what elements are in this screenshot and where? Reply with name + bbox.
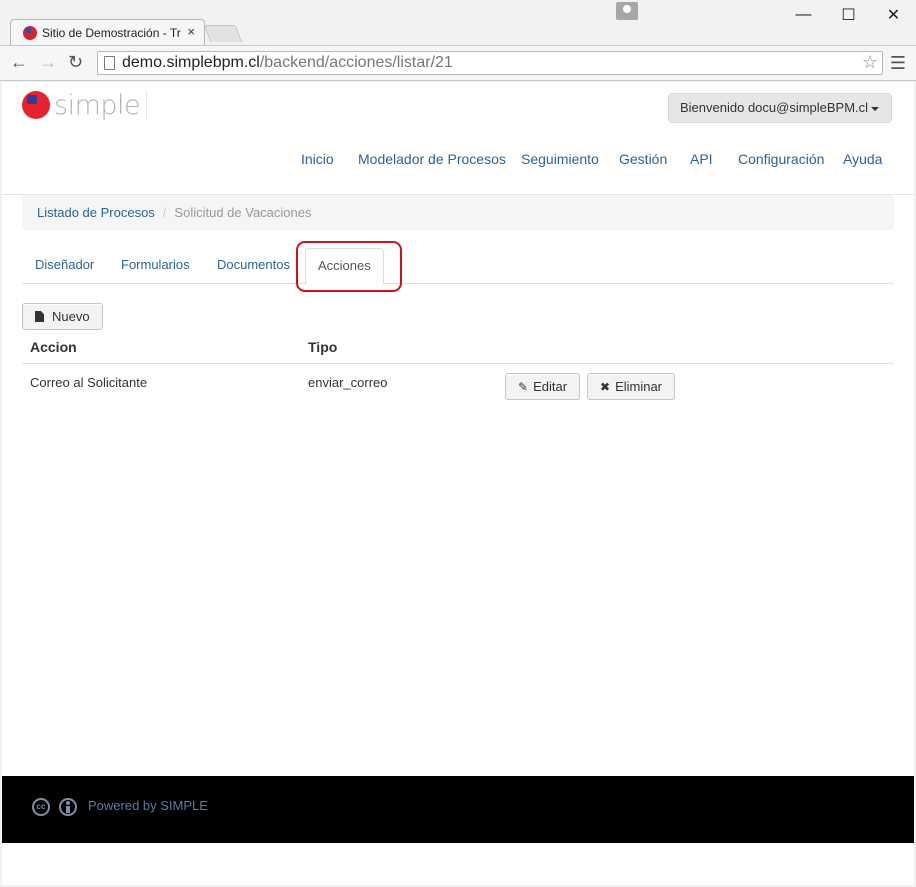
close-window-button[interactable]: ✕ <box>871 0 916 30</box>
edit-button-label: Editar <box>533 379 568 394</box>
breadcrumb-processes-link[interactable]: Listado de Procesos <box>37 205 155 220</box>
edit-button[interactable]: ✎ Editar <box>505 373 581 400</box>
url-text: demo.simplebpm.cl/backend/acciones/lista… <box>122 54 453 72</box>
web-page: simple Bienvenido docu@simpleBPM.cl Inic… <box>2 82 914 885</box>
document-icon <box>35 311 44 322</box>
window-controls: — ☐ ✕ <box>616 0 916 30</box>
site-favicon-icon <box>23 26 37 40</box>
new-button-label: Nuevo <box>52 309 90 324</box>
minimize-button[interactable]: — <box>781 0 826 30</box>
tab-formularios[interactable]: Formularios <box>121 248 190 284</box>
table-header: Accion Tipo <box>22 334 894 364</box>
nav-seguimiento[interactable]: Seguimiento <box>521 151 599 167</box>
tab-title: Sitio de Demostración - Tr <box>42 26 181 40</box>
column-tipo: Tipo <box>308 339 338 355</box>
nav-modelador[interactable]: Modelador de Procesos <box>358 151 506 167</box>
creative-commons-icon[interactable]: cc <box>32 798 50 816</box>
profile-icon[interactable] <box>616 2 638 20</box>
browser-titlebar: Sitio de Demostración - Tr × — ☐ ✕ <box>0 0 916 46</box>
maximize-button[interactable]: ☐ <box>826 0 871 30</box>
forward-arrow-icon[interactable]: → <box>39 52 57 73</box>
nav-api[interactable]: API <box>690 151 713 167</box>
url-path: /backend/acciones/listar/21 <box>259 54 453 71</box>
reload-icon[interactable]: ↻ <box>68 52 83 73</box>
delete-button[interactable]: ✖ Eliminar <box>587 373 676 400</box>
process-tabs: Diseñador Formularios Documentos Accione… <box>22 248 894 285</box>
tab-close-icon[interactable]: × <box>187 24 195 39</box>
remove-icon: ✖ <box>600 380 611 394</box>
simple-logo[interactable]: simple <box>22 89 141 121</box>
logo-mark-icon <box>22 91 50 119</box>
url-host: demo.simplebpm.cl <box>122 54 260 71</box>
cell-tipo: enviar_correo <box>308 375 388 390</box>
caret-down-icon <box>871 106 880 111</box>
main-navigation: Inicio Modelador de Procesos Seguimiento… <box>2 151 914 171</box>
user-greeting: Bienvenido docu@simpleBPM.cl <box>680 100 869 115</box>
table-row: Correo al Solicitante enviar_correo ✎ Edi… <box>22 364 894 404</box>
footer: cc Powered by SIMPLE <box>2 776 914 843</box>
bookmark-star-icon[interactable]: ☆ <box>862 52 878 73</box>
address-bar[interactable]: demo.simplebpm.cl/backend/acciones/lista… <box>97 51 883 75</box>
edit-icon: ✎ <box>518 380 529 394</box>
new-tab-button[interactable] <box>203 25 243 42</box>
user-menu-button[interactable]: Bienvenido docu@simpleBPM.cl <box>668 93 892 123</box>
delete-button-label: Eliminar <box>615 379 663 394</box>
powered-by-link[interactable]: Powered by SIMPLE <box>88 798 208 813</box>
nav-inicio[interactable]: Inicio <box>301 151 334 167</box>
attribution-icon[interactable] <box>59 798 77 816</box>
logo-divider <box>146 90 147 120</box>
breadcrumb-separator: / <box>162 205 167 220</box>
tab-disenador[interactable]: Diseñador <box>35 248 94 284</box>
browser-toolbar: ← → ↻ demo.simplebpm.cl/backend/acciones… <box>0 45 916 81</box>
highlight-annotation <box>296 241 402 292</box>
new-action-button[interactable]: Nuevo <box>22 303 103 330</box>
page-icon <box>104 56 115 70</box>
browser-tab[interactable]: Sitio de Demostración - Tr × <box>10 19 205 46</box>
logo-text: simple <box>54 89 141 121</box>
nav-ayuda[interactable]: Ayuda <box>843 151 882 167</box>
browser-menu-icon[interactable]: ☰ <box>890 53 906 74</box>
nav-gestion[interactable]: Gestión <box>619 151 667 167</box>
cell-accion: Correo al Solicitante <box>30 375 148 390</box>
breadcrumb: Listado de Procesos / Solicitud de Vacacio… <box>22 195 894 230</box>
column-accion: Accion <box>30 339 77 355</box>
breadcrumb-current: Solicitud de Vacaciones <box>174 205 312 220</box>
tab-documentos[interactable]: Documentos <box>217 248 290 284</box>
nav-configuracion[interactable]: Configuración <box>738 151 824 167</box>
back-arrow-icon[interactable]: ← <box>10 52 28 73</box>
